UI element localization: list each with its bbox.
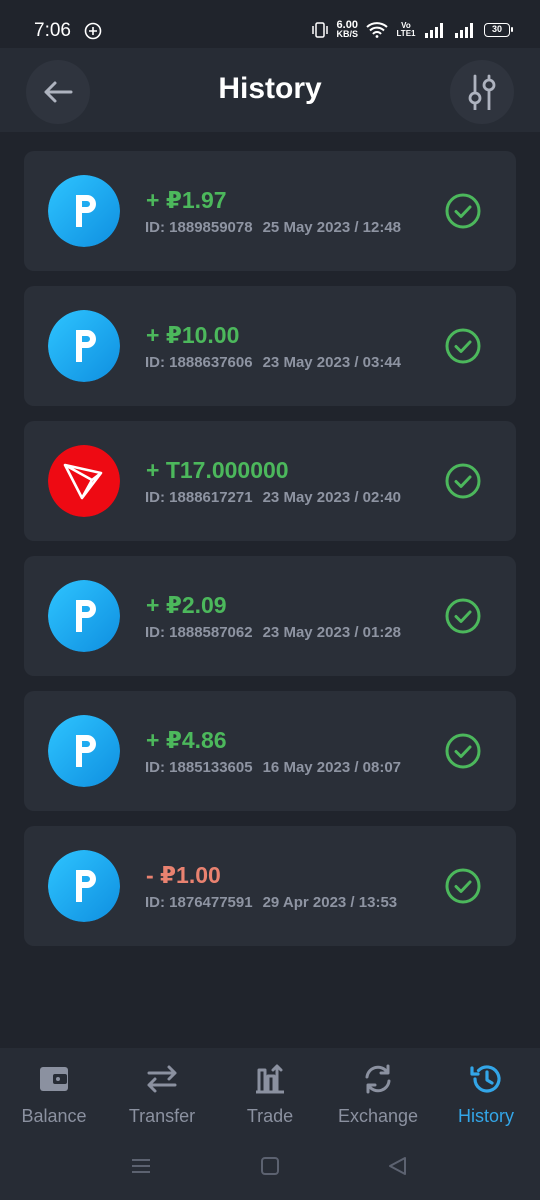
status-time: 7:06 [34,20,71,41]
system-nav-bar [0,1148,540,1188]
vibrate-icon [312,22,329,38]
transaction-meta: ID: 1888637606 23 May 2023 / 03:44 [145,354,401,371]
back-nav-icon[interactable] [386,1156,408,1176]
trade-icon [256,1064,284,1094]
home-icon[interactable] [260,1156,280,1176]
transaction-id: ID: 1889859078 [145,219,253,236]
transaction-id: ID: 1876477591 [145,894,253,911]
signal-icon [425,23,443,38]
wallet-icon [40,1067,68,1091]
filter-button[interactable] [450,60,514,124]
check-circle-icon [445,193,481,229]
nav-history[interactable]: History [432,1062,540,1127]
bottom-nav: Balance Transfer Trade Exchange History [0,1048,540,1200]
transfer-arrows-icon [147,1065,177,1093]
check-circle-icon [445,598,481,634]
app-header: History [0,48,540,132]
p-currency-icon [48,175,120,247]
status-icons: 6.00 KB/S Vo LTE1 30 [312,18,513,42]
transaction-date: 29 Apr 2023 / 13:53 [262,894,398,911]
nav-exchange[interactable]: Exchange [324,1062,432,1127]
exchange-icon [365,1064,391,1094]
transaction-id: ID: 1888637606 [145,354,253,371]
check-circle-icon [445,463,481,499]
nav-transfer[interactable]: Transfer [108,1062,216,1127]
nav-balance[interactable]: Balance [0,1062,108,1127]
tron-icon [48,445,120,517]
history-icon [470,1065,501,1093]
wifi-icon [366,22,388,38]
transaction-amount: + ₽1.97 [146,187,227,213]
transaction-amount: + ₽10.00 [146,322,240,348]
transaction-meta: ID: 1888617271 23 May 2023 / 02:40 [145,489,401,506]
transaction-meta: ID: 1876477591 29 Apr 2023 / 13:53 [145,894,397,911]
transaction-amount: + ₽2.09 [146,592,227,618]
p-currency-icon [48,310,120,382]
transaction-id: ID: 1888587062 [145,624,253,641]
transaction-meta: ID: 1889859078 25 May 2023 / 12:48 [145,219,401,236]
network-speed: 6.00 KB/S [336,19,358,39]
p-currency-icon [48,580,120,652]
check-circle-icon [445,868,481,904]
transaction-item[interactable]: + ₽4.86 ID: 1885133605 16 May 2023 / 08:0… [24,691,516,811]
transaction-amount: - ₽1.00 [146,862,221,888]
menu-icon[interactable] [130,1156,152,1176]
transaction-item[interactable]: + ₽1.97 ID: 1889859078 25 May 2023 / 12:4… [24,151,516,271]
transaction-amount: + ₽4.86 [146,727,227,753]
notification-icon [84,22,102,40]
transaction-date: 23 May 2023 / 01:28 [262,624,402,641]
check-circle-icon [445,328,481,364]
signal-icon-2 [455,23,473,38]
transaction-date: 23 May 2023 / 03:44 [262,354,402,371]
transaction-item[interactable]: + ₽10.00 ID: 1888637606 23 May 2023 / 03:… [24,286,516,406]
transaction-date: 23 May 2023 / 02:40 [262,489,402,506]
transaction-id: ID: 1885133605 [145,759,253,776]
p-currency-icon [48,850,120,922]
status-bar: 7:06 6.00 KB/S Vo LTE1 30 [0,0,540,48]
transaction-list: + ₽1.97 ID: 1889859078 25 May 2023 / 12:4… [24,151,516,961]
battery-icon: 30 [484,23,513,37]
transaction-amount: + T17.000000 [146,457,289,483]
transaction-date: 16 May 2023 / 08:07 [262,759,402,776]
nav-trade[interactable]: Trade [216,1062,324,1127]
sliders-icon [468,74,496,110]
transaction-item[interactable]: - ₽1.00 ID: 1876477591 29 Apr 2023 / 13:5… [24,826,516,946]
transaction-meta: ID: 1888587062 23 May 2023 / 01:28 [145,624,401,641]
transaction-id: ID: 1888617271 [145,489,253,506]
transaction-item[interactable]: + T17.000000 ID: 1888617271 23 May 2023 /… [24,421,516,541]
transaction-date: 25 May 2023 / 12:48 [262,219,402,236]
volte-label: Vo LTE1 [396,21,416,38]
transaction-meta: ID: 1885133605 16 May 2023 / 08:07 [145,759,401,776]
check-circle-icon [445,733,481,769]
transaction-item[interactable]: + ₽2.09 ID: 1888587062 23 May 2023 / 01:2… [24,556,516,676]
p-currency-icon [48,715,120,787]
